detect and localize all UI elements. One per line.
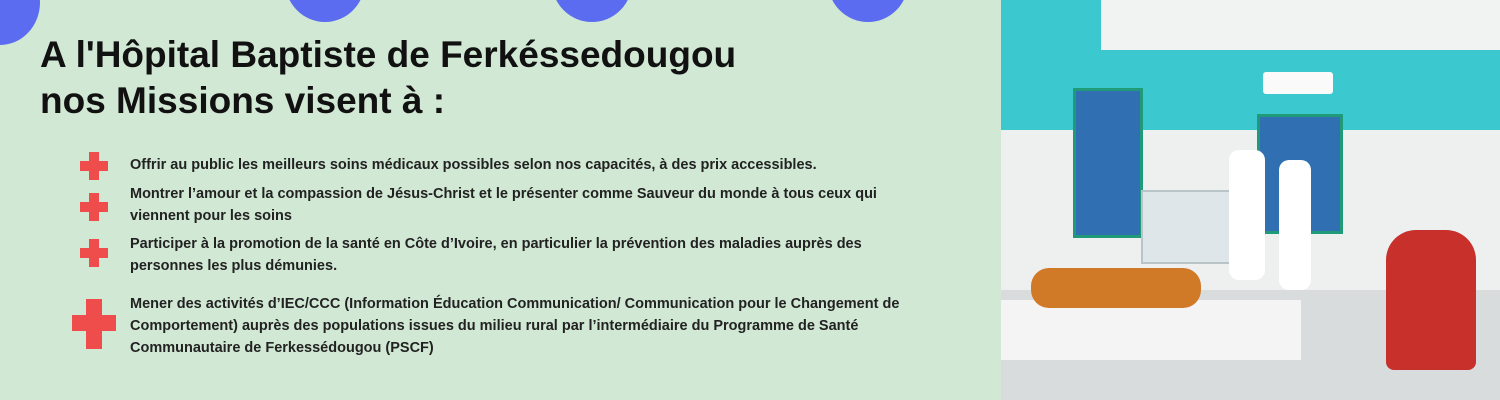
title-line-2: nos Missions visent à : — [40, 80, 446, 121]
mission-text: Offrir au public les meilleurs soins méd… — [130, 157, 817, 173]
patient — [1031, 268, 1201, 308]
staff-member — [1279, 160, 1311, 290]
page-title: A l'Hôpital Baptiste de Ferkéssedougou n… — [40, 32, 940, 124]
mission-text: Mener des activités d’IEC/CCC (Informati… — [130, 296, 900, 356]
decorative-circle — [285, 0, 365, 22]
title-line-1: A l'Hôpital Baptiste de Ferkéssedougou — [40, 34, 737, 75]
red-cross-icon — [80, 239, 108, 267]
mission-text: Montrer l’amour et la compassion de Jésu… — [130, 186, 877, 224]
hospital-ward-photo — [1001, 0, 1500, 400]
red-cross-icon — [80, 152, 108, 180]
decorative-circle — [0, 0, 40, 45]
decorative-circle — [828, 0, 908, 22]
decorative-circle — [552, 0, 632, 22]
staff-member — [1229, 150, 1265, 280]
hospital-bed — [1001, 300, 1301, 360]
curtain — [1073, 88, 1143, 238]
visitor — [1386, 230, 1476, 370]
red-cross-icon — [72, 299, 116, 349]
air-conditioner — [1263, 72, 1333, 94]
red-cross-icon — [80, 193, 108, 221]
mission-text: Participer à la promotion de la santé en… — [130, 236, 862, 274]
